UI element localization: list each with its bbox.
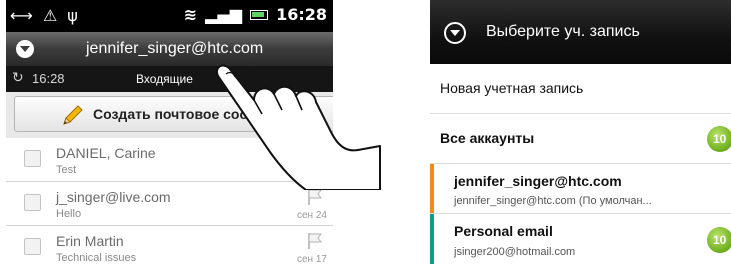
dialog-title: Выберите уч. запись [486, 23, 640, 40]
last-sync-time: 16:28 [32, 71, 65, 86]
all-accounts-item[interactable]: Все аккаунты 10 [430, 114, 731, 164]
dropdown-icon[interactable] [16, 40, 34, 58]
message-sender: j_singer@live.com [56, 189, 171, 205]
account-name: Personal email [454, 223, 553, 239]
all-accounts-label: Все аккаунты [440, 130, 535, 146]
account-item-personal[interactable]: Personal email jsinger200@hotmail.com 10 [430, 214, 731, 264]
dropdown-circle-icon[interactable] [444, 22, 466, 44]
new-account-item[interactable]: Новая учетная запись [430, 64, 731, 114]
account-color-bar [430, 214, 434, 264]
flag-icon[interactable] [307, 188, 323, 206]
account-detail: jsinger200@hotmail.com [454, 246, 576, 258]
status-time: 16:28 [276, 5, 327, 24]
message-sender: DANIEL, Carine [56, 145, 156, 161]
usb-icon: ψ [67, 6, 78, 25]
flag-icon[interactable] [307, 232, 323, 250]
tapping-hand-illustration [216, 64, 381, 190]
message-checkbox[interactable] [24, 238, 41, 255]
wifi-icon: ≋ [183, 5, 198, 24]
message-subject: Test [56, 164, 77, 176]
select-account-header[interactable]: Выберите уч. запись [430, 0, 731, 64]
pencil-icon [63, 105, 83, 125]
unread-count-badge: 10 [707, 227, 731, 253]
message-date: сен 24 [297, 210, 327, 221]
message-checkbox[interactable] [24, 194, 41, 211]
account-name: jennifer_singer@htc.com [454, 173, 622, 189]
message-sender: Erin Martin [56, 233, 124, 249]
battery-icon [250, 9, 269, 20]
new-account-label: Новая учетная запись [440, 80, 584, 96]
message-checkbox[interactable] [24, 150, 41, 167]
status-bar: ⟷ ⚠ ψ ≋ ▂▄▆ 16:28 [6, 0, 333, 32]
account-detail: jennifer_singer@htc.com (По умолчан... [454, 195, 652, 207]
account-item-htc[interactable]: jennifer_singer@htc.com jennifer_singer@… [430, 164, 731, 214]
signal-icon: ▂▄▆ [205, 5, 243, 24]
status-icons-left: ⟷ ⚠ ψ [10, 6, 78, 25]
message-subject: Technical issues [56, 252, 137, 264]
message-row[interactable]: Erin Martin Technical issues сен 17 [6, 226, 333, 264]
message-subject: Hello [56, 208, 82, 220]
message-date: сен 17 [297, 254, 327, 264]
link-icon: ⟷ [10, 6, 33, 25]
right-phone-screen: Выберите уч. запись Новая учетная запись… [430, 0, 731, 264]
folder-name: Входящие [136, 72, 193, 86]
status-icons-right: ≋ ▂▄▆ 16:28 [184, 5, 327, 24]
sync-icon[interactable]: ↻ [12, 70, 24, 86]
unread-count-badge: 10 [707, 126, 731, 152]
warning-icon: ⚠ [42, 6, 58, 25]
account-color-bar [430, 164, 434, 213]
